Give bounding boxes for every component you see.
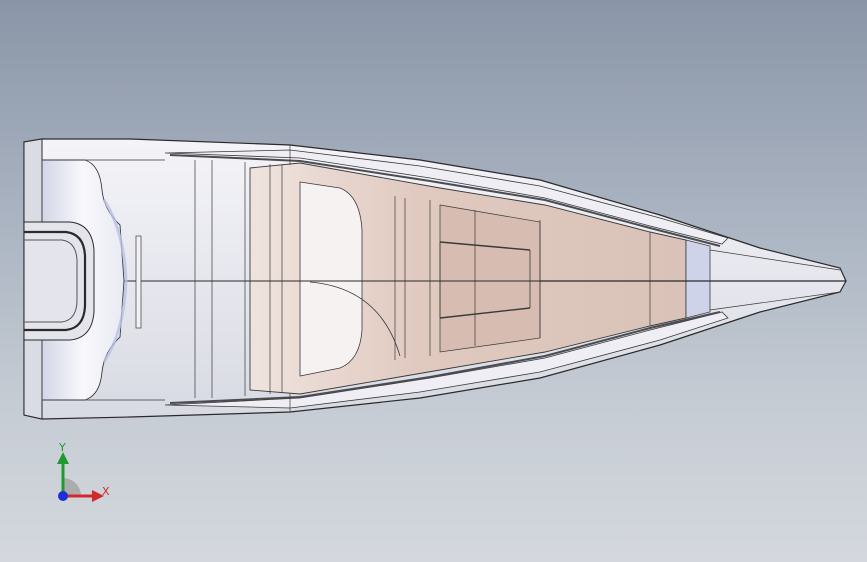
graphics-viewport[interactable]: Y X xyxy=(0,0,867,562)
cockpit-seat xyxy=(299,181,363,377)
z-axis-dot xyxy=(58,491,68,501)
y-axis-label: Y xyxy=(59,441,66,454)
stern-slot xyxy=(135,235,142,329)
coordinate-triad: Y X xyxy=(40,438,120,518)
boat-hull-model[interactable] xyxy=(0,0,867,562)
inner-cockpit-panel xyxy=(439,204,541,353)
x-axis-label: X xyxy=(102,485,110,498)
forward-bulkhead xyxy=(685,239,711,319)
